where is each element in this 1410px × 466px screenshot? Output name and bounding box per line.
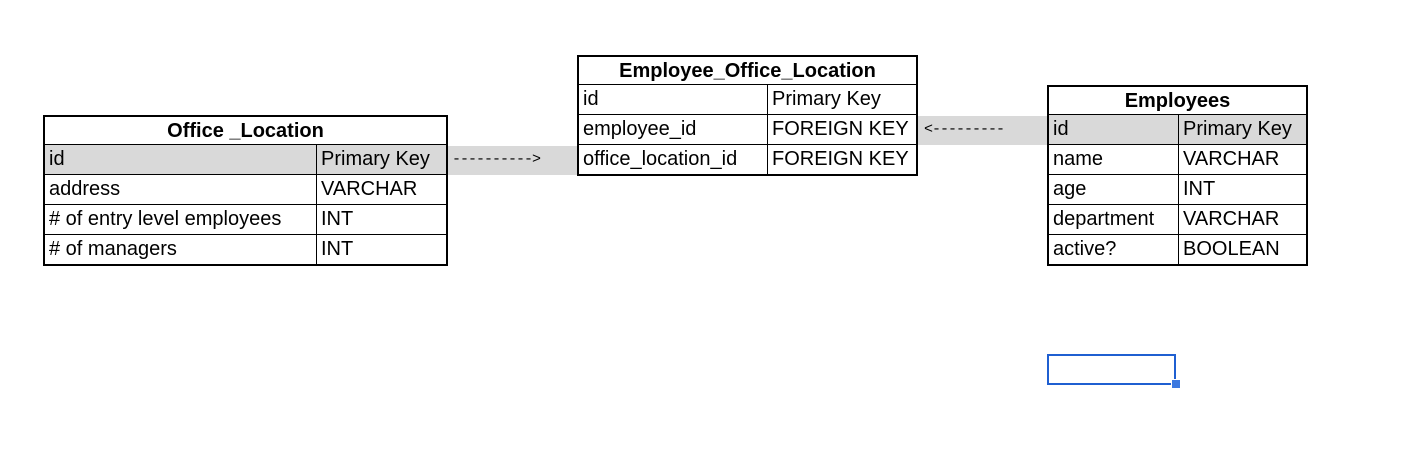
field-name: employee_id (579, 115, 768, 144)
table-row: id Primary Key (1049, 115, 1306, 145)
field-name: # of entry level employees (45, 205, 317, 234)
field-type: Primary Key (321, 148, 430, 170)
field-type: VARCHAR (1183, 208, 1280, 230)
field-type: VARCHAR (1183, 148, 1280, 170)
field-name: address (45, 175, 317, 204)
table-row: department VARCHAR (1049, 205, 1306, 235)
field-name: name (1049, 145, 1179, 174)
field-type: Primary Key (1183, 118, 1292, 140)
field-name: age (1049, 175, 1179, 204)
field-name: # of managers (45, 235, 317, 265)
arrow-employees-to-join: <--------- (924, 121, 1005, 138)
selected-cell[interactable] (1047, 354, 1176, 385)
table-row: address VARCHAR (45, 175, 446, 205)
table-row: name VARCHAR (1049, 145, 1306, 175)
table-title: Employee_Office_Location (579, 57, 916, 85)
table-row: # of managers INT (45, 235, 446, 265)
field-name: department (1049, 205, 1179, 234)
fill-handle[interactable] (1171, 379, 1181, 389)
table-title: Office _Location (45, 117, 446, 145)
table-row: active? BOOLEAN (1049, 235, 1306, 265)
field-type: INT (321, 208, 354, 230)
field-type: FOREIGN KEY (772, 118, 909, 140)
table-office-location: Office _Location id Primary Key address … (43, 115, 448, 266)
table-row: id Primary Key (579, 85, 916, 115)
field-type: FOREIGN KEY (772, 148, 909, 170)
table-row: id Primary Key (45, 145, 446, 175)
table-title: Employees (1049, 87, 1306, 115)
field-type: BOOLEAN (1183, 238, 1280, 260)
field-type: VARCHAR (321, 178, 418, 200)
table-row: age INT (1049, 175, 1306, 205)
field-name: office_location_id (579, 145, 768, 175)
field-name: id (1049, 115, 1179, 144)
field-name: id (579, 85, 768, 114)
field-type: Primary Key (772, 88, 881, 110)
table-employee-office-location: Employee_Office_Location id Primary Key … (577, 55, 918, 176)
table-row: employee_id FOREIGN KEY (579, 115, 916, 145)
field-name: id (45, 145, 317, 174)
field-type: INT (321, 238, 354, 260)
table-employees: Employees id Primary Key name VARCHAR ag… (1047, 85, 1308, 266)
field-type: INT (1183, 178, 1216, 200)
field-name: active? (1049, 235, 1179, 265)
arrow-office-to-join: ----------> (452, 151, 541, 168)
table-row: office_location_id FOREIGN KEY (579, 145, 916, 175)
table-row: # of entry level employees INT (45, 205, 446, 235)
